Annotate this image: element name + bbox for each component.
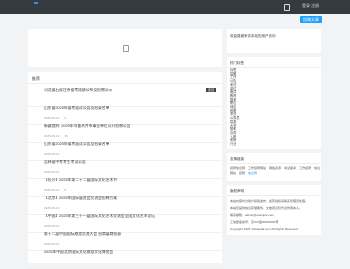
article-views: 15 xyxy=(64,134,68,138)
list-item[interactable]: 山东省2025年省考面试公告及招录名单 2025-05-12 9 xyxy=(28,106,222,125)
divider xyxy=(28,83,222,84)
article-title[interactable]: 【长沙】2025年第二十二届国际文化艺术节 xyxy=(44,178,194,183)
auth-links: 登录 注册 xyxy=(302,3,319,9)
tag-item[interactable]: 行业 xyxy=(230,142,240,147)
article-meta: 2025-05-12 15 xyxy=(44,134,222,138)
friend-link[interactable]: 工作招聘 xyxy=(299,166,311,170)
friend-link[interactable]: 信息 xyxy=(314,166,320,170)
friend-links-card: 友情链接 招聘信息网 工作招聘网站 网络资源 考试备考 工作招聘 信息 网站 招聘 信息网 xyxy=(227,153,321,181)
article-meta: 2025-05-12 xyxy=(44,224,222,228)
list-item[interactable]: 【北京】2025年国际展览会交流会招聘方案 2025-05-12 xyxy=(28,196,222,215)
list-item[interactable]: 山东省2025年省考面试公告及招录名单 2025-05-12 xyxy=(28,142,222,161)
site-logo[interactable] xyxy=(34,2,38,4)
article-title[interactable]: 山东省2025年省考面试公告及招录名单 xyxy=(44,142,194,147)
about-title: 版权声明 xyxy=(230,189,244,193)
banner xyxy=(28,29,222,67)
article-title[interactable]: 吉林省中考考生考试公告 xyxy=(44,160,194,165)
article-date: 2025-05-12 xyxy=(44,206,60,210)
login-link[interactable]: 登录 xyxy=(302,3,310,8)
article-date: 2025-05-12 xyxy=(44,152,60,156)
about-line: 联系邮箱：admin@example.com xyxy=(230,213,275,217)
friend-links-title: 友情链接 xyxy=(230,157,244,161)
article-views: 8 xyxy=(64,188,67,192)
friend-link[interactable]: 招聘信息网 xyxy=(230,166,245,170)
article-meta: 2025-05-12 xyxy=(44,152,222,156)
article-date: 2025-05-12 xyxy=(44,170,60,174)
about-line: 本站内容均为用户投稿发布，如有侵权请联系管理员处理。 xyxy=(230,199,309,203)
list-item[interactable]: 河北省石家庄市省考成绩公布及招聘公示 置顶 xyxy=(28,88,222,107)
friend-link[interactable]: 考试备考 xyxy=(284,166,296,170)
tag-list: 标签 招聘 工作 公告 考试 单位 面试 教育 国考 职位 地区 政策 事业 公务员 招录 大学 报考 合同 入职考… xyxy=(230,68,240,147)
friend-link[interactable]: 网站 xyxy=(230,171,236,175)
welcome-card: 欢迎感谢来访本站的用户访问 xyxy=(227,29,321,53)
list-header: 推荐 xyxy=(32,76,40,81)
article-date: 2025-05-12 xyxy=(44,242,60,246)
article-meta: 2025-05-12 xyxy=(44,242,222,246)
friend-link[interactable]: 信息网 xyxy=(248,171,257,175)
article-meta: 2025-05-12 9 xyxy=(44,116,222,120)
tags-title: 热门标签 xyxy=(230,61,244,65)
submit-article-button[interactable]: 投稿文章 xyxy=(300,16,322,23)
article-date: 2025-05-12 xyxy=(44,116,60,120)
list-item[interactable]: 新疆首府: 2025年乌鲁木齐市事业单位公开招聘公告 2025-05-12 15 xyxy=(28,124,222,143)
divider xyxy=(227,195,321,196)
about-line: 工信部备案号：京ICP备00000000号 xyxy=(230,220,279,224)
article-title[interactable]: 山东省2025年省考面试公告及招录名单 xyxy=(44,106,194,111)
article-views: 9 xyxy=(64,116,67,120)
article-meta: 2025-05-12 8 xyxy=(44,188,222,192)
tags-card: 热门标签 标签 招聘 工作 公告 考试 单位 面试 教育 国考 职位 地区 政策 事业 公务员 招录 大学 报考… xyxy=(227,57,321,149)
article-date: 2025-05-12 xyxy=(44,134,60,138)
friend-link[interactable]: 招聘 xyxy=(239,171,245,175)
divider xyxy=(227,163,321,164)
article-date: 2025-05-12 xyxy=(44,188,60,192)
search-icon[interactable] xyxy=(284,4,290,11)
friend-link[interactable]: 网络资源 xyxy=(269,166,281,170)
top-navbar: 登录 注册 xyxy=(0,0,350,14)
article-date: 2025-05-12 xyxy=(44,224,60,228)
about-line: 本站仅提供信息存储服务，文章观点仅代表作者本人。 xyxy=(230,206,303,210)
friend-link[interactable]: 工作招聘网站 xyxy=(248,166,266,170)
register-link[interactable]: 注册 xyxy=(311,3,319,8)
article-title[interactable]: 【北京】2025年国际展览会交流会招聘方案 xyxy=(44,196,194,201)
topbar-icons xyxy=(284,4,290,11)
divider xyxy=(227,67,321,68)
pinned-badge: 置顶 xyxy=(205,88,216,92)
friend-links-row: 招聘信息网 工作招聘网站 网络资源 考试备考 工作招聘 信息 xyxy=(230,166,323,170)
image-placeholder-icon xyxy=(123,45,129,52)
article-meta: 2025-05-12 xyxy=(44,206,222,210)
list-item[interactable]: 【长沙】2025年第二十二届国际文化艺术节 2025-05-12 8 xyxy=(28,178,222,197)
article-meta: 2025-05-12 xyxy=(44,170,222,174)
friend-links-row: 网站 招聘 信息网 xyxy=(230,171,260,175)
welcome-text: 欢迎感谢来访本站的用户访问 xyxy=(230,34,276,38)
article-title[interactable]: 河北省石家庄市省考成绩公布及招聘公示 xyxy=(44,88,194,93)
list-item[interactable]: 吉林省中考考生考试公告 2025-05-12 xyxy=(28,160,222,179)
list-item[interactable]: 第十二届中国国际旅游交流大会 招商展商招募 2025-05-12 xyxy=(28,232,222,251)
article-title[interactable]: 新疆首府: 2025年乌鲁木齐市事业单位公开招聘公告 xyxy=(44,124,194,129)
article-title[interactable]: 2025年中国北京国际文化旅游文化博览会 xyxy=(44,250,194,255)
about-card: 版权声明 本站内容均为用户投稿发布，如有侵权请联系管理员处理。 本站仅提供信息存储… xyxy=(227,185,321,235)
article-list: 推荐 河北省石家庄市省考成绩公布及招聘公示 置顶山东省2025年省考面试公告及招录… xyxy=(28,72,222,269)
about-line: Copyright 2025 Yishaodai.com All Rights … xyxy=(230,227,299,231)
list-item[interactable]: 【中国】2025年第三十一届国际文化艺术交流会全国文化艺术论坛 2025-05-1… xyxy=(28,214,222,233)
article-title[interactable]: 第十二届中国国际旅游交流大会 招商展商招募 xyxy=(44,232,194,237)
article-title[interactable]: 【中国】2025年第三十一届国际文化艺术交流会全国文化艺术论坛 xyxy=(44,214,194,219)
list-item[interactable]: 2025年中国北京国际文化旅游文化博览会 xyxy=(28,250,222,269)
